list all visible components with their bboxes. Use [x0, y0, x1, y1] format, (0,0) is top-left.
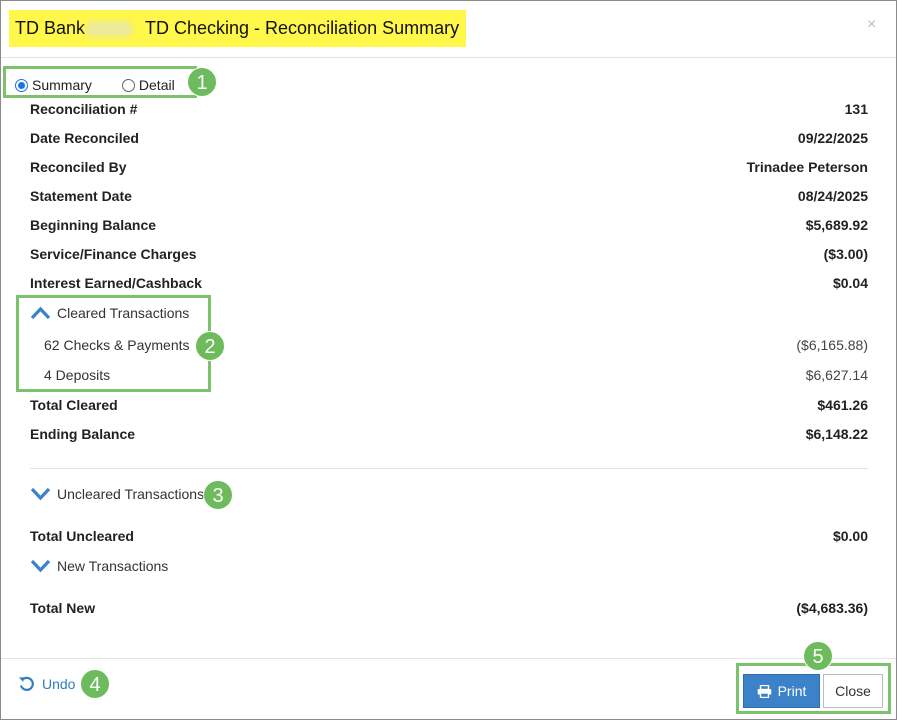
- callout-badge-3: 3: [203, 480, 233, 510]
- radio-detail-dot[interactable]: [121, 78, 135, 92]
- row-ending-balance: Ending Balance $6,148.22: [30, 424, 868, 444]
- section-divider: [30, 468, 868, 469]
- row-label: Beginning Balance: [30, 217, 157, 233]
- row-label: Total Cleared: [30, 397, 118, 413]
- redacted-account-number: [85, 21, 133, 37]
- uncleared-transactions-label: Uncleared Transactions: [57, 486, 205, 502]
- row-date-reconciled: Date Reconciled 09/22/2025: [30, 128, 868, 148]
- row-deposits: 4 Deposits $6,627.14: [30, 365, 868, 385]
- row-value: $6,148.22: [805, 426, 868, 442]
- new-transactions-toggle[interactable]: New Transactions: [30, 555, 168, 577]
- close-icon[interactable]: ×: [867, 16, 876, 34]
- row-total-uncleared: Total Uncleared $0.00: [30, 526, 868, 546]
- cleared-transactions-label: Cleared Transactions: [57, 305, 190, 321]
- row-value: $461.26: [817, 397, 868, 413]
- callout-badge-1: 1: [187, 67, 217, 97]
- row-value: Trinadee Peterson: [746, 159, 868, 175]
- row-value: 131: [844, 101, 868, 117]
- row-label: Service/Finance Charges: [30, 246, 197, 262]
- row-reconciled-by: Reconciled By Trinadee Peterson: [30, 157, 868, 177]
- cleared-transactions-toggle[interactable]: Cleared Transactions: [30, 302, 189, 324]
- chevron-down-icon: [30, 487, 51, 501]
- undo-link[interactable]: Undo: [18, 675, 75, 692]
- print-button[interactable]: Print: [743, 674, 820, 708]
- row-label: Date Reconciled: [30, 130, 139, 146]
- row-value: ($6,165.88): [796, 337, 868, 353]
- row-value: $0.00: [832, 528, 868, 544]
- chevron-up-icon: [30, 306, 51, 320]
- row-value: 08/24/2025: [797, 188, 868, 204]
- row-label: Statement Date: [30, 188, 132, 204]
- dialog-title-account: TD Checking - Reconciliation Summary: [145, 18, 460, 38]
- radio-summary-dot[interactable]: [15, 78, 28, 92]
- footer-divider: [1, 658, 896, 659]
- row-checks-payments: 62 Checks & Payments ($6,165.88): [30, 335, 868, 355]
- row-total-new: Total New ($4,683.36): [30, 598, 868, 618]
- row-interest-earned: Interest Earned/Cashback $0.04: [30, 273, 868, 293]
- new-transactions-label: New Transactions: [57, 558, 169, 574]
- uncleared-transactions-toggle[interactable]: Uncleared Transactions: [30, 483, 204, 505]
- row-value: $5,689.92: [805, 217, 868, 233]
- reconciliation-summary-dialog: TD Bank TD Checking - Reconciliation Sum…: [0, 0, 897, 720]
- print-label: Print: [777, 683, 807, 699]
- radio-summary-label: Summary: [32, 77, 92, 93]
- dialog-header: TD Bank TD Checking - Reconciliation Sum…: [1, 1, 896, 58]
- chevron-down-icon: [30, 559, 51, 573]
- row-label: Total New: [30, 600, 96, 616]
- row-value: ($3.00): [823, 246, 868, 262]
- row-service-charges: Service/Finance Charges ($3.00): [30, 244, 868, 264]
- dialog-title-bank: TD Bank: [15, 18, 86, 38]
- close-button[interactable]: Close: [823, 674, 883, 708]
- view-toggle: Summary Detail: [15, 75, 175, 95]
- radio-detail-label: Detail: [138, 77, 175, 93]
- row-value: 09/22/2025: [797, 130, 868, 146]
- row-label: 62 Checks & Payments: [44, 337, 190, 353]
- callout-badge-4: 4: [80, 669, 110, 699]
- row-value: $6,627.14: [805, 367, 868, 383]
- undo-label: Undo: [42, 675, 76, 692]
- row-reconciliation-number: Reconciliation # 131: [30, 99, 868, 119]
- row-total-cleared: Total Cleared $461.26: [30, 395, 868, 415]
- row-beginning-balance: Beginning Balance $5,689.92: [30, 215, 868, 235]
- radio-summary[interactable]: Summary: [15, 77, 92, 93]
- row-value: ($4,683.36): [796, 600, 868, 616]
- undo-icon: [19, 676, 34, 691]
- row-value: $0.04: [832, 275, 868, 291]
- radio-detail[interactable]: Detail: [121, 77, 175, 93]
- row-label: 4 Deposits: [44, 367, 111, 383]
- row-label: Reconciled By: [30, 159, 127, 175]
- callout-badge-5: 5: [803, 641, 833, 671]
- row-label: Total Uncleared: [30, 528, 134, 544]
- printer-icon: [757, 684, 771, 698]
- row-label: Ending Balance: [30, 426, 136, 442]
- row-label: Interest Earned/Cashback: [30, 275, 202, 291]
- row-label: Reconciliation #: [30, 101, 138, 117]
- row-statement-date: Statement Date 08/24/2025: [30, 186, 868, 206]
